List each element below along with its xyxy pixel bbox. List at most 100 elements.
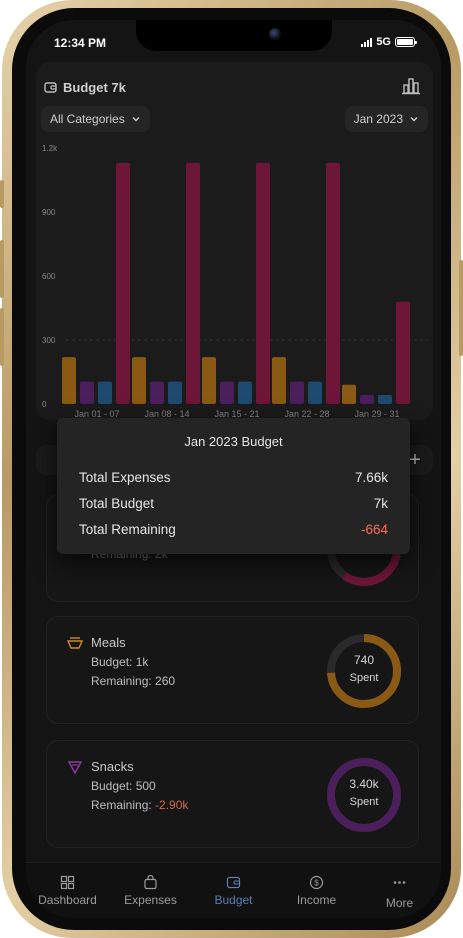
more-icon — [393, 881, 406, 884]
tooltip-value: 7k — [373, 496, 388, 511]
status-time: 12:34 PM — [54, 36, 107, 50]
tooltip-label: Total Expenses — [79, 470, 171, 485]
tab-label: Budget — [214, 893, 253, 907]
battery-icon — [395, 37, 417, 47]
month-filter-dropdown[interactable]: Jan 2023 — [344, 106, 428, 132]
chart-bar[interactable] — [98, 381, 112, 404]
budget-item-budget: Budget: 1k — [91, 655, 149, 669]
chart-bar[interactable] — [186, 162, 200, 404]
tab-more[interactable]: More — [358, 863, 441, 918]
category-filter-dropdown[interactable]: All Categories — [41, 106, 150, 132]
candy-icon — [67, 761, 83, 775]
tab-label: Dashboard — [38, 893, 97, 907]
budget-chart-card: Budget 7k All Categories Jan 2023 1.2k 90… — [36, 62, 433, 420]
status-indicators: 5G — [361, 36, 417, 48]
notch — [136, 20, 332, 51]
tooltip-row: Total Budget 7k — [79, 496, 388, 511]
category-filter-label: All Categories — [50, 112, 125, 126]
y-tick-label: 300 — [42, 336, 56, 345]
budget-item-name: Meals — [91, 635, 126, 650]
chart-bar[interactable] — [342, 384, 356, 404]
budget-item-remaining: Remaining: -2.90k — [91, 798, 188, 812]
chart-bar[interactable] — [202, 357, 216, 404]
remaining-label: Remaining: — [91, 674, 152, 688]
budget-item-budget: Budget: 500 — [91, 779, 156, 793]
x-tick-label: Jan 22 - 28 — [284, 409, 329, 418]
mute-switch — [0, 180, 4, 208]
chart-toggle-icon[interactable] — [401, 76, 421, 96]
tab-income[interactable]: $ Income — [275, 863, 358, 918]
dashboard-icon — [60, 875, 75, 890]
network-type: 5G — [376, 36, 391, 48]
signal-icon — [361, 37, 373, 47]
chart-bar[interactable] — [238, 381, 252, 404]
spent-donut — [327, 634, 401, 708]
svg-text:$: $ — [314, 879, 319, 888]
chart-bar[interactable] — [132, 357, 146, 404]
chart-bar[interactable] — [326, 162, 340, 404]
wallet-icon — [44, 82, 57, 93]
tooltip-label: Total Budget — [79, 496, 155, 511]
chevron-down-icon — [410, 117, 418, 122]
chart-bar[interactable] — [396, 301, 410, 404]
tooltip-value: -664 — [360, 522, 388, 537]
tooltip-title: Jan 2023 Budget — [184, 434, 283, 449]
tab-label: Expenses — [124, 893, 177, 907]
chart-bar[interactable] — [168, 381, 182, 404]
remaining-value: 260 — [155, 674, 176, 688]
tab-label: Income — [296, 893, 337, 907]
budget-item[interactable]: Meals Budget: 1k Remaining: 260 740 Spen… — [46, 616, 419, 724]
chart-bar[interactable] — [290, 381, 304, 404]
wallet-icon — [226, 876, 241, 889]
chevron-down-icon — [132, 117, 140, 122]
spent-value: 740 — [353, 653, 375, 667]
volume-down-button — [0, 308, 4, 366]
budget-bar-chart[interactable]: 1.2k 900 600 300 0 Jan 01 - 07 Jan 08 - 14 Jan … — [36, 138, 433, 418]
tooltip-row: Total Expenses 7.66k — [79, 470, 388, 485]
card-title: Budget 7k — [44, 80, 126, 95]
chart-bar[interactable] — [256, 162, 270, 404]
budget-summary-tooltip: Jan 2023 Budget Total Expenses 7.66k Tot… — [57, 418, 410, 554]
tab-expenses[interactable]: Expenses — [109, 863, 192, 918]
spent-label: Spent — [349, 796, 379, 808]
power-button — [459, 260, 463, 356]
spent-value: 3.40k — [349, 777, 379, 791]
tooltip-label: Total Remaining — [79, 522, 176, 537]
chart-bar[interactable] — [62, 357, 76, 404]
budget-item-name: Snacks — [91, 759, 134, 774]
chart-bar[interactable] — [116, 162, 130, 404]
y-tick-label: 600 — [42, 272, 56, 281]
donut-arc — [327, 758, 401, 832]
chart-bar[interactable] — [150, 381, 164, 404]
chart-bar[interactable] — [80, 381, 94, 404]
tab-dashboard[interactable]: Dashboard — [26, 863, 109, 918]
tab-label: More — [385, 896, 414, 910]
chart-bar[interactable] — [308, 381, 322, 404]
bag-icon — [144, 875, 157, 890]
spent-donut — [327, 758, 401, 832]
remaining-label: Remaining: — [91, 798, 152, 812]
tooltip-row: Total Remaining -664 — [79, 522, 388, 537]
x-tick-label: Jan 08 - 14 — [144, 409, 189, 418]
chart-bar[interactable] — [272, 357, 286, 404]
tooltip-value: 7.66k — [354, 470, 388, 485]
chart-bar[interactable] — [378, 395, 392, 404]
tab-budget[interactable]: Budget — [192, 863, 275, 918]
x-tick-label: Jan 15 - 21 — [214, 409, 259, 418]
budget-title: Budget 7k — [63, 80, 126, 95]
budget-item[interactable]: Snacks Budget: 500 Remaining: -2.90k 3.4… — [46, 740, 419, 848]
month-filter-label: Jan 2023 — [353, 112, 403, 126]
y-tick-label: 1.2k — [42, 144, 58, 153]
front-camera — [269, 28, 281, 40]
x-tick-label: Jan 01 - 07 — [74, 409, 119, 418]
volume-up-button — [0, 240, 4, 298]
y-tick-label: 900 — [42, 208, 56, 217]
budget-item-remaining: Remaining: 260 — [91, 674, 175, 688]
bottom-tab-bar: Dashboard Expenses Budget $ Income More — [26, 862, 441, 918]
x-tick-label: Jan 29 - 31 — [354, 409, 399, 418]
chart-bar[interactable] — [220, 381, 234, 404]
spent-label: Spent — [349, 672, 379, 684]
app-screen: 12:34 PM 5G Budget 7k All Categories Jan… — [26, 20, 441, 918]
remaining-value: -2.90k — [155, 798, 189, 812]
chart-bar[interactable] — [360, 395, 374, 404]
